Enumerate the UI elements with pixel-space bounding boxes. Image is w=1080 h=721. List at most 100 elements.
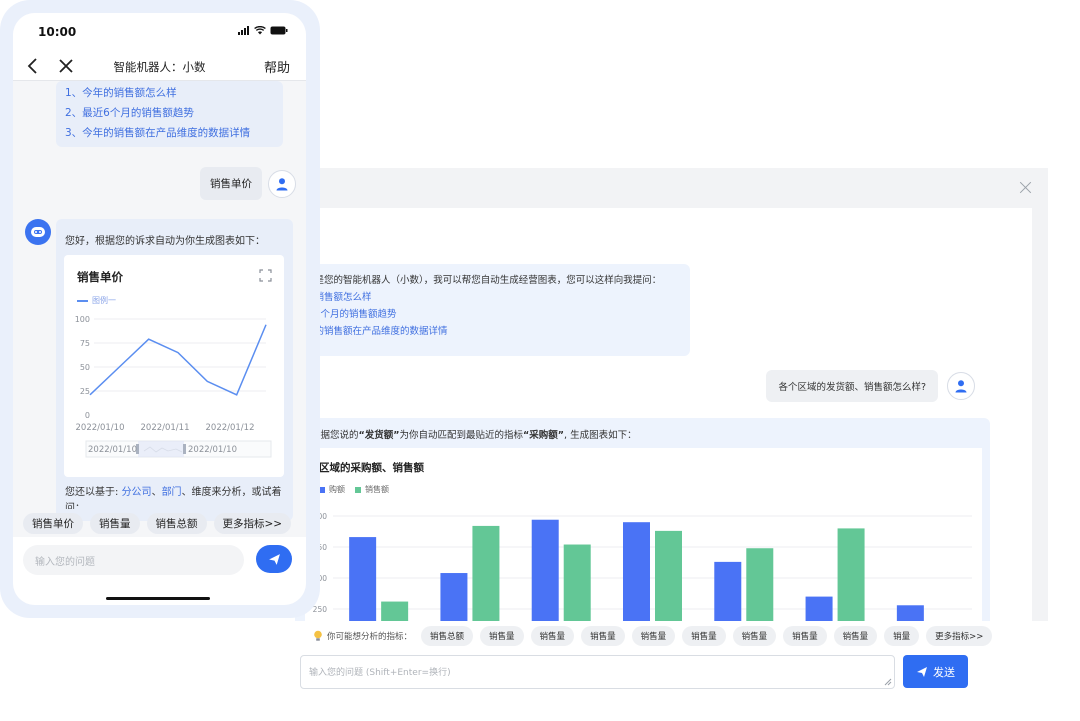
desktop-send-button[interactable]: 发送	[903, 655, 968, 688]
desktop-intro-text: 我是您的智能机器人（小数），我可以帮您自动生成经营图表，您可以这样向我提问：	[305, 275, 662, 286]
bar	[381, 601, 409, 621]
phone-bot-text: 您好，根据您的诉求自动为你生成图表如下：	[65, 236, 265, 247]
bar	[714, 561, 742, 621]
zoom-end-label: 2022/01/10	[188, 445, 237, 455]
suggestion-tip: 你可能想分析的指标：	[313, 630, 412, 642]
bot-text-suffix: , 生成图表如下：	[564, 430, 637, 441]
phone-frame: 10:00 智能机器人：小数 帮助 1、今年的销售额怎么样 2、最近6个月的销售…	[0, 0, 320, 618]
nav-bar: 智能机器人：小数 帮助	[13, 51, 306, 81]
user-avatar	[268, 169, 296, 198]
bar	[655, 530, 682, 621]
robot-icon	[31, 227, 45, 237]
y-tick-label: 75	[80, 339, 90, 348]
suggestion-chip[interactable]: 销售量	[581, 626, 625, 646]
more-prefix: 您还以基于:	[65, 487, 122, 498]
dimension-link-department[interactable]: 部门	[162, 487, 182, 498]
user-avatar	[947, 372, 975, 400]
bar-chart-plot: 0250500750000东区01东区02东区03东区04东区05东区06东区0…	[313, 512, 972, 621]
zoom-slider-window	[138, 441, 184, 457]
phone-input-bar: 输入您的问题	[13, 537, 306, 605]
phone-screen: 10:00 智能机器人：小数 帮助 1、今年的销售额怎么样 2、最近6个月的销售…	[13, 13, 306, 605]
bar	[440, 573, 468, 621]
signal-icon	[238, 26, 249, 35]
suggestion-chip[interactable]: 销售量	[480, 626, 524, 646]
wifi-icon	[254, 26, 266, 35]
phone-bot-message: 您好，根据您的诉求自动为你生成图表如下： 销售单价 图例一 0 25 50 75 100…	[56, 219, 293, 521]
battery-icon	[270, 26, 288, 35]
suggestion-chip[interactable]: 销售总额	[421, 626, 474, 646]
line-chart-plot: 0 25 50 75 100 2022/01/10 2022/01/11 2022/01/12…	[75, 315, 272, 458]
phone-suggestion-chips: 销售单价 销售量 销售总额 更多指标>>	[13, 513, 306, 537]
suggestion-chip[interactable]: 销售量	[90, 513, 140, 534]
desktop-intro-question-1[interactable]: 的销售额怎么样	[305, 289, 680, 306]
bar	[896, 605, 924, 621]
bar	[531, 519, 559, 621]
intro-question-1[interactable]: 1、今年的销售额怎么样	[65, 83, 274, 103]
y-tick-label: 100	[75, 315, 90, 324]
suggestion-chip[interactable]: 销售量	[530, 626, 575, 646]
desktop-user-message: 各个区域的发货额、销售额怎么样?	[766, 370, 938, 402]
zoom-start-label: 2022/01/10	[88, 445, 137, 455]
phone-user-message: 销售单价	[200, 167, 262, 200]
phone-send-button[interactable]	[256, 545, 292, 573]
bot-avatar	[25, 219, 51, 245]
phone-intro-message: 1、今年的销售额怎么样 2、最近6个月的销售额趋势 3、今年的销售额在产品维度的…	[56, 81, 283, 147]
desktop-bar-chart: 区域的采购额、销售额 购额 销售额 0250500750000东区01东区02东…	[305, 448, 982, 621]
suggestion-chip[interactable]: 销售单价	[23, 513, 83, 534]
close-icon[interactable]	[1018, 180, 1034, 196]
suggestion-chip[interactable]: 销售量	[783, 626, 827, 646]
intro-question-2[interactable]: 2、最近6个月的销售额趋势	[65, 103, 274, 123]
more-separator: 、	[151, 487, 162, 498]
intro-question-3[interactable]: 3、今年的销售额在产品维度的数据详情	[65, 123, 274, 143]
desktop-intro-question-3[interactable]: 年的销售额在产品维度的数据详情	[305, 323, 680, 340]
user-icon	[955, 380, 967, 393]
bar	[623, 522, 650, 621]
series-line	[89, 324, 267, 396]
bar	[805, 596, 833, 621]
bar	[349, 537, 377, 621]
x-tick-label: 2022/01/12	[206, 423, 255, 433]
analysis-suggestion-text: 您还以基于: 分公司、部门、维度来分析，或试着问：	[65, 485, 287, 509]
y-tick-label: 25	[80, 387, 90, 396]
desktop-bot-text: 根据您说的“发货额”为你自动匹配到最贴近的指标“采购额”, 生成图表如下：	[311, 427, 637, 441]
phone-user-message-row: 销售单价	[200, 167, 296, 200]
x-tick-label: 2022/01/10	[76, 423, 125, 433]
suggestion-chip[interactable]: 销售量	[833, 626, 878, 646]
desktop-user-message-row: 各个区域的发货额、销售额怎么样?	[766, 370, 975, 402]
x-tick-label: 2022/01/11	[141, 423, 190, 433]
desktop-intro-question-2[interactable]: 近6个月的销售额趋势	[305, 306, 680, 323]
suggestion-chip[interactable]: 销售量	[732, 626, 777, 646]
send-icon	[917, 666, 927, 677]
more-metrics-chip[interactable]: 更多指标>>	[926, 626, 993, 646]
user-icon	[276, 177, 288, 190]
send-icon	[268, 553, 280, 565]
suggestion-chip[interactable]: 销售量	[682, 626, 726, 646]
y-tick-label: 250	[313, 605, 328, 614]
bar	[837, 528, 865, 621]
y-tick-label: 50	[80, 363, 90, 372]
phone-chart-card: 销售单价 图例一 0 25 50 75 100 2022/01/10 2022/01/11 2…	[64, 255, 284, 477]
more-metrics-chip[interactable]: 更多指标>>	[213, 513, 292, 534]
lightbulb-icon	[314, 630, 322, 641]
desktop-bot-message: 根据您说的“发货额”为你自动匹配到最贴近的指标“采购额”, 生成图表如下： 区域…	[295, 418, 990, 621]
bar	[746, 548, 774, 621]
zoom-handle-right	[183, 444, 186, 454]
home-indicator	[106, 597, 210, 600]
phone-question-input[interactable]: 输入您的问题	[23, 545, 244, 575]
suggestion-chip[interactable]: 销量	[884, 626, 920, 646]
bar	[563, 544, 591, 621]
status-time: 10:00	[38, 25, 77, 39]
suggestion-chip[interactable]: 销售量	[631, 626, 676, 646]
desktop-intro-message: 我是您的智能机器人（小数），我可以帮您自动生成经营图表，您可以这样向我提问： 的…	[295, 264, 690, 356]
help-button[interactable]: 帮助	[264, 57, 290, 76]
y-tick-label: 0	[85, 411, 90, 420]
desktop-question-input[interactable]: 输入您的问题 (Shift+Enter=换行)	[300, 655, 895, 689]
send-label: 发送	[933, 665, 955, 679]
resize-handle-icon[interactable]	[883, 677, 892, 686]
bar	[472, 525, 500, 621]
desktop-suggestion-bar: 你可能想分析的指标： 销售总额 销售量 销售量 销售量 销售量 销售量 销售量 …	[313, 626, 993, 646]
status-bar: 10:00	[13, 13, 306, 51]
dimension-link-branch[interactable]: 分公司	[122, 487, 152, 498]
status-icons	[238, 26, 288, 35]
suggestion-chip[interactable]: 销售总额	[146, 513, 207, 534]
